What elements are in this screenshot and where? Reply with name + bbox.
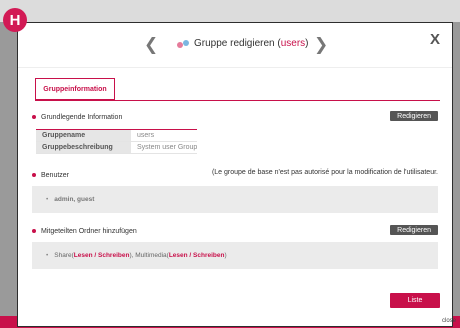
- bullet-dot-icon: [32, 115, 36, 119]
- table-row: Gruppename users: [36, 129, 198, 142]
- title-group-name: users: [280, 38, 306, 49]
- group-icon: [177, 39, 190, 49]
- close-link[interactable]: close: [442, 318, 456, 324]
- title-text: Gruppe redigieren (users): [194, 38, 309, 49]
- table-row: Gruppebeschreibung System user Group: [36, 141, 198, 154]
- field-value: users: [131, 129, 198, 142]
- field-label: Gruppebeschreibung: [36, 141, 131, 154]
- users-box: • admin, guest: [32, 186, 438, 213]
- bullet-icon: •: [46, 196, 49, 203]
- edit-shared-button[interactable]: Redigieren: [390, 225, 438, 235]
- previous-arrow-icon[interactable]: ❮: [144, 36, 158, 53]
- list-button[interactable]: Liste: [390, 293, 440, 308]
- app-badge: H: [3, 8, 27, 32]
- tab-underline: [35, 100, 440, 101]
- bullet-dot-icon: [32, 173, 36, 177]
- users-value: admin, guest: [54, 196, 95, 203]
- section-basic-label: Grundlegende Information: [41, 113, 123, 121]
- shared-folders-value: Share(Lesen / Schreiben), Multimedia(Les…: [54, 252, 227, 259]
- section-shared-label: Mitgeteilten Ordner hinzufügen: [41, 227, 137, 235]
- close-icon[interactable]: X: [430, 31, 440, 48]
- next-arrow-icon[interactable]: ❯: [314, 36, 328, 53]
- section-users-label: Benutzer: [41, 171, 70, 179]
- tab-group-information[interactable]: Gruppeinformation: [35, 78, 115, 100]
- users-note: (Le groupe de base n'est pas autorisé po…: [211, 169, 438, 176]
- dialog-title: Gruppe redigieren (users): [177, 38, 309, 49]
- bullet-dot-icon: [32, 229, 36, 233]
- section-basic-info: Grundlegende Information Redigieren: [32, 111, 438, 123]
- group-info-table: Gruppename users Gruppebeschreibung Syst…: [36, 129, 198, 154]
- shared-folders-box: • Share(Lesen / Schreiben), Multimedia(L…: [32, 242, 438, 269]
- section-shared-folders: Mitgeteilten Ordner hinzufügen Redigiere…: [32, 225, 438, 237]
- field-label: Gruppename: [36, 129, 131, 142]
- field-value: System user Group: [131, 141, 198, 154]
- edit-basic-button[interactable]: Redigieren: [390, 111, 438, 121]
- top-strip: [0, 0, 460, 22]
- section-users: Benutzer (Le groupe de base n'est pas au…: [32, 169, 438, 181]
- dialog-header: ❮ Gruppe redigieren (users) ❯ X: [18, 23, 452, 68]
- bullet-icon: •: [46, 252, 49, 259]
- edit-group-dialog: ❮ Gruppe redigieren (users) ❯ X Gruppein…: [17, 22, 453, 327]
